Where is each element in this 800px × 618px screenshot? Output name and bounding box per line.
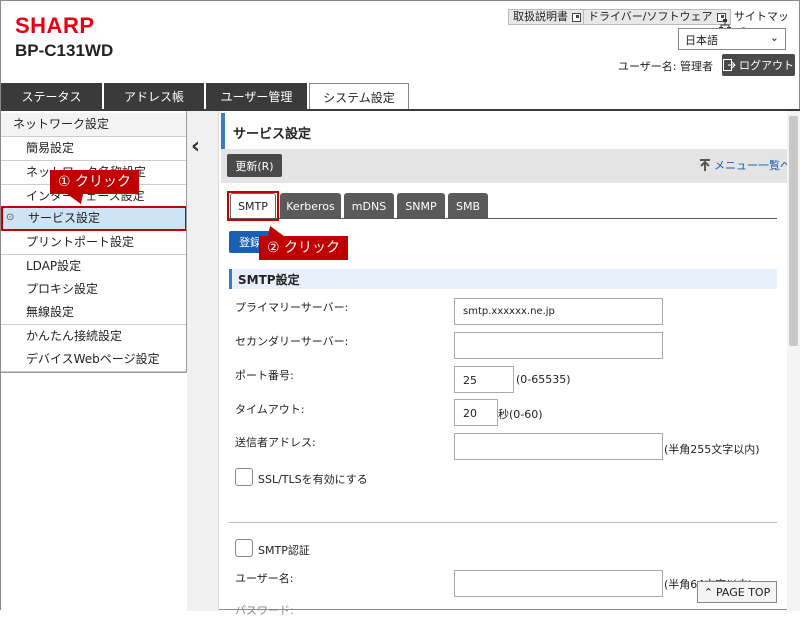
port-input[interactable]: 25 xyxy=(454,366,514,393)
sidebar-item-label: サービス設定 xyxy=(28,211,101,225)
primary-server-label: プライマリーサーバー: xyxy=(235,301,349,314)
subtab-divider xyxy=(229,218,777,219)
smtp-auth-label: SMTP認証 xyxy=(258,544,310,557)
driver-software-link[interactable]: ドライバー/ソフトウェア xyxy=(583,9,731,25)
sidebar-bottom-border xyxy=(1,372,187,373)
sidebar-item-label: かんたん接続設定 xyxy=(26,329,123,343)
timeout-input[interactable]: 20 xyxy=(454,399,498,426)
tab-status[interactable]: ステータス xyxy=(1,83,102,109)
chevron-left-icon[interactable]: ‹ xyxy=(191,134,200,159)
sidebar-item-ldap[interactable]: LDAP設定 xyxy=(1,255,187,279)
return-icon xyxy=(700,159,710,171)
sidebar-item-network-settings[interactable]: ネットワーク設定 xyxy=(1,113,187,137)
language-value: 日本語 xyxy=(685,34,718,47)
logout-icon xyxy=(723,59,736,71)
chevron-up-icon: ⌃ xyxy=(703,585,713,599)
menu-list-link[interactable]: メニュー一覧へ xyxy=(698,157,791,173)
sidebar-item-print-port[interactable]: プリントポート設定 xyxy=(1,231,187,255)
tab-system-settings[interactable]: システム設定 xyxy=(309,83,409,111)
username-label: ユーザー名: xyxy=(235,572,294,585)
model-name: BP-C131WD xyxy=(15,41,114,60)
language-select[interactable]: 日本語 ⌄ xyxy=(678,28,786,50)
refresh-button[interactable]: 更新(R) xyxy=(227,154,282,177)
smtp-auth-checkbox[interactable] xyxy=(235,539,253,557)
callout-step2: ② クリック xyxy=(259,236,349,260)
page-top-button[interactable]: ⌃ PAGE TOP xyxy=(697,581,777,603)
page-title: サービス設定 xyxy=(221,113,787,149)
sidebar-item-service-settings[interactable]: ⊙ サービス設定 xyxy=(1,206,187,231)
sidebar-collapse-bar[interactable] xyxy=(187,111,219,611)
sidebar-item-label: 簡易設定 xyxy=(26,141,75,155)
current-user: ユーザー名: 管理者 xyxy=(618,60,713,73)
sidebar-item-proxy[interactable]: プロキシ設定 xyxy=(1,278,187,302)
tab-snmp[interactable]: SNMP xyxy=(397,193,445,219)
page-top-label: PAGE TOP xyxy=(715,585,771,599)
port-label: ポート番号: xyxy=(235,369,294,382)
sidebar-item-label: 無線設定 xyxy=(26,305,75,319)
driver-software-link-label: ドライバー/ソフトウェア xyxy=(588,10,713,23)
section-divider xyxy=(229,522,777,523)
port-range-note: (0-65535) xyxy=(516,373,571,386)
sharp-logo: SHARP xyxy=(15,13,95,38)
sender-address-note: (半角255文字以内) xyxy=(664,443,760,456)
password-label: パスワード: xyxy=(235,604,294,617)
sidebar-item-label: ネットワーク設定 xyxy=(13,117,110,131)
ssl-tls-checkbox[interactable] xyxy=(235,468,253,486)
primary-server-input[interactable]: smtp.xxxxxx.ne.jp xyxy=(454,298,663,325)
sender-address-input[interactable] xyxy=(454,433,663,460)
manual-link-label: 取扱説明書 xyxy=(513,10,568,23)
chevron-right-icon: ⊙ xyxy=(6,212,15,223)
sidebar-item-easy-connect[interactable]: かんたん接続設定 xyxy=(1,325,187,349)
tab-kerberos[interactable]: Kerberos xyxy=(280,193,341,219)
secondary-server-label: セカンダリーサーバー: xyxy=(235,335,349,348)
external-link-icon xyxy=(572,12,581,22)
sidebar-item-label: LDAP設定 xyxy=(26,259,82,273)
sidebar-item-label: プリントポート設定 xyxy=(26,235,135,249)
sidebar-item-easy-settings[interactable]: 簡易設定 xyxy=(1,137,187,161)
menu-list-label: メニュー一覧へ xyxy=(714,159,791,172)
secondary-server-input[interactable] xyxy=(454,332,663,359)
username-input[interactable] xyxy=(454,570,663,597)
tab-smb[interactable]: SMB xyxy=(448,193,488,219)
manual-link[interactable]: 取扱説明書 xyxy=(508,9,586,25)
sidebar-item-wireless[interactable]: 無線設定 xyxy=(1,301,187,325)
logout-label: ログアウト xyxy=(739,59,794,72)
tab-user-management[interactable]: ユーザー管理 xyxy=(206,83,307,109)
sender-address-label: 送信者アドレス: xyxy=(235,436,316,449)
ssl-tls-label: SSL/TLSを有効にする xyxy=(258,473,368,486)
callout-step1: ① クリック xyxy=(50,170,140,194)
highlight-box xyxy=(227,191,279,221)
sidebar-item-label: プロキシ設定 xyxy=(26,282,99,296)
timeout-label: タイムアウト: xyxy=(235,403,305,416)
tab-address-book[interactable]: アドレス帳 xyxy=(104,83,204,109)
sidebar-item-label: デバイスWebページ設定 xyxy=(26,352,160,366)
tab-mdns[interactable]: mDNS xyxy=(344,193,394,219)
section-header-smtp: SMTP設定 xyxy=(229,269,777,289)
logout-button[interactable]: ログアウト xyxy=(722,54,795,76)
chevron-down-icon: ⌄ xyxy=(769,31,779,44)
timeout-range-note: 秒(0-60) xyxy=(498,408,543,421)
sidebar-item-device-web-page[interactable]: デバイスWebページ設定 xyxy=(1,348,187,372)
scrollbar-thumb[interactable] xyxy=(789,116,798,346)
